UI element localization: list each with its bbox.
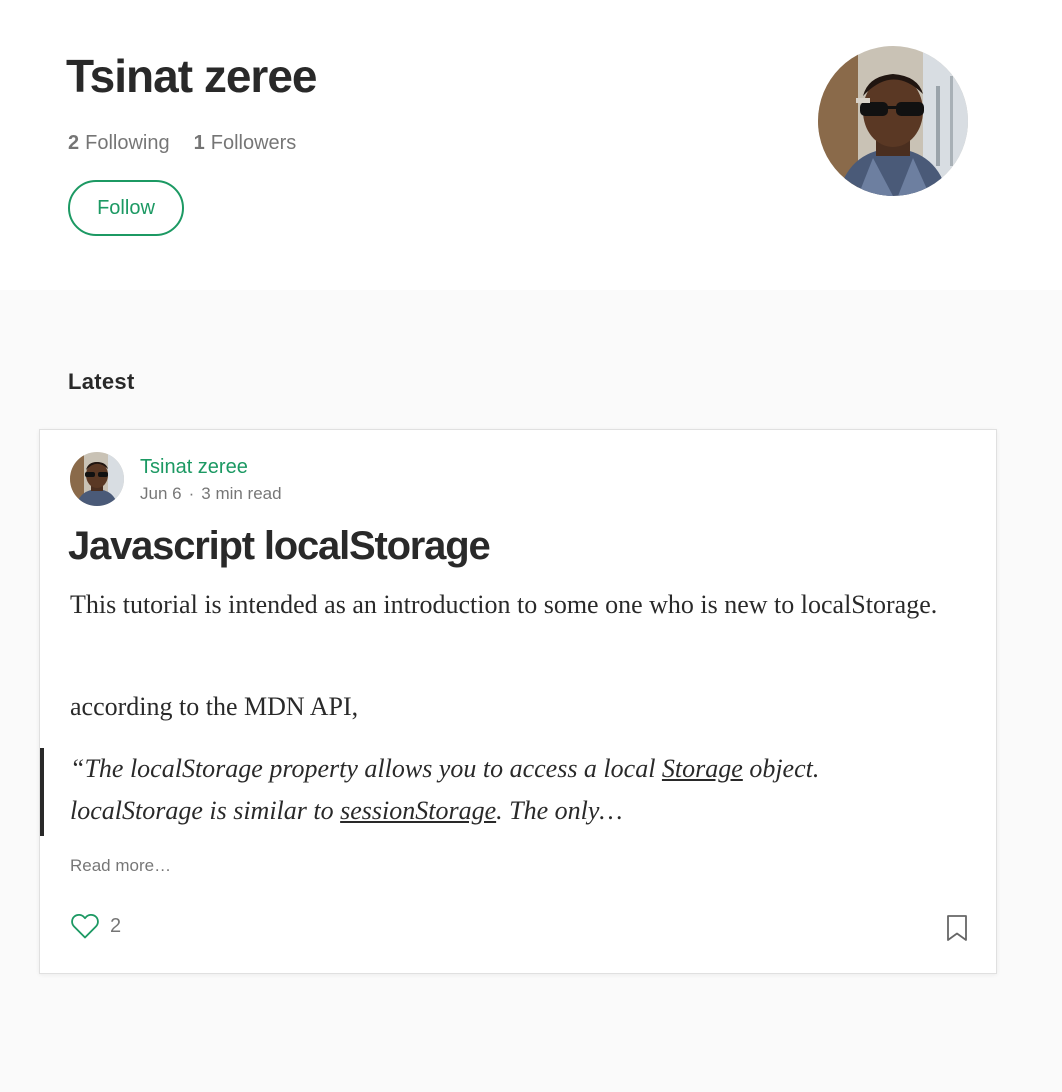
quote-text: . The only… <box>496 796 623 825</box>
post-meta: Jun 6 · 3 min read <box>140 482 282 506</box>
latest-section-title: Latest <box>68 369 135 394</box>
follow-button[interactable]: Follow <box>68 180 184 236</box>
bookmark-button[interactable] <box>945 914 969 942</box>
post-title[interactable]: Javascript localStorage <box>68 520 491 572</box>
author-avatar-image <box>70 452 124 506</box>
following-count: 2 <box>68 132 80 154</box>
post-date[interactable]: Jun 6 <box>140 484 182 503</box>
quote-line-1: “The localStorage property allows you to… <box>70 748 940 790</box>
followers-label: Followers <box>210 132 297 154</box>
following-link[interactable]: 2 Following <box>68 128 170 158</box>
following-label: Following <box>85 132 170 154</box>
clap-count: 2 <box>110 914 122 937</box>
meta-separator: · <box>188 484 195 503</box>
followers-link[interactable]: 1 Followers <box>194 128 297 158</box>
post-author-link[interactable]: Tsinat zeree <box>140 454 248 480</box>
post-read-time: 3 min read <box>201 484 282 503</box>
quote-text: object. <box>742 754 820 783</box>
profile-name: Tsinat zeree <box>66 50 317 102</box>
post-paragraph-1: This tutorial is intended as an introduc… <box>70 590 938 619</box>
read-more-link[interactable]: Read more… <box>70 854 171 878</box>
profile-stats: 2 Following 1 Followers <box>68 128 296 158</box>
profile-header: Tsinat zeree 2 Following 1 Followers Follo… <box>0 0 1062 290</box>
quote-text: localStorage is similar to <box>70 796 341 825</box>
session-storage-link[interactable]: sessionStorage <box>340 796 496 825</box>
followers-count: 1 <box>193 132 205 154</box>
clap-button[interactable]: 2 <box>70 912 121 940</box>
author-avatar[interactable] <box>70 452 124 506</box>
quote-text: “The localStorage property allows you to… <box>70 754 662 783</box>
storage-link[interactable]: Storage <box>662 754 743 783</box>
bookmark-outline-icon <box>947 915 967 941</box>
profile-avatar-image <box>818 46 968 196</box>
profile-avatar <box>818 46 968 196</box>
post-card: Tsinat zeree Jun 6 · 3 min read Javascript… <box>39 429 997 974</box>
quote-line-2: localStorage is similar to sessionStorag… <box>70 790 940 832</box>
post-blockquote: “The localStorage property allows you to… <box>40 748 940 836</box>
post-paragraph-2: according to the MDN API, <box>70 692 359 721</box>
heart-outline-icon <box>71 913 99 939</box>
